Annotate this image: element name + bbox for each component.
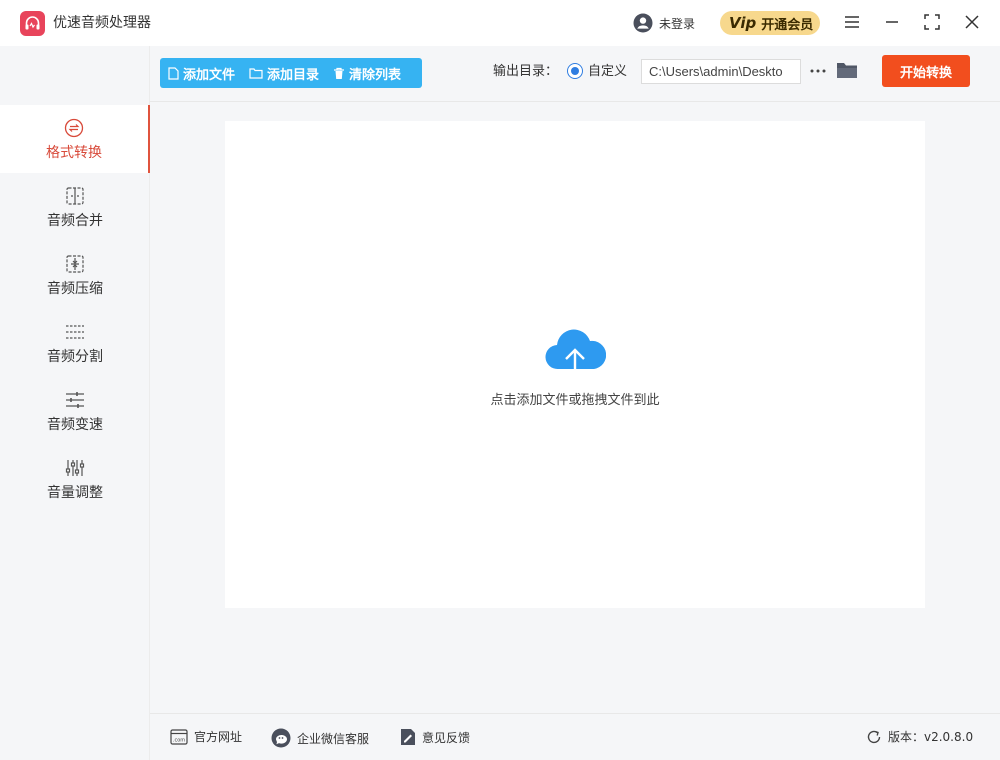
- add-folder-button[interactable]: 添加目录: [249, 64, 319, 83]
- sidebar-item-audio-speed[interactable]: 音频变速: [0, 377, 150, 445]
- merge-icon: [64, 185, 86, 207]
- cloud-upload-icon: [545, 329, 606, 380]
- wechat-support-icon: [271, 728, 291, 748]
- sidebar-item-label: 音频合并: [47, 212, 103, 229]
- app-logo-icon: [20, 11, 45, 36]
- close-icon: [965, 15, 979, 29]
- sidebar-item-label: 格式转换: [46, 144, 102, 161]
- file-icon: [168, 66, 179, 80]
- menu-button[interactable]: [841, 11, 863, 33]
- minimize-button[interactable]: [881, 11, 903, 33]
- trash-icon: [334, 67, 345, 79]
- vip-membership-button[interactable]: Vip 开通会员: [720, 11, 820, 35]
- svg-text:.com: .com: [173, 737, 185, 743]
- output-path-field[interactable]: [641, 59, 801, 84]
- sidebar-item-label: 音频变速: [47, 416, 103, 433]
- refresh-icon: [867, 730, 881, 743]
- title-bar: 优速音频处理器 未登录 Vip 开通会员: [0, 0, 1000, 46]
- menu-icon: [845, 16, 859, 28]
- feedback-link[interactable]: 意见反馈: [400, 728, 470, 746]
- login-button[interactable]: 未登录: [633, 12, 695, 34]
- sidebar-item-audio-merge[interactable]: 音频合并: [0, 173, 150, 241]
- sidebar-item-format-convert[interactable]: 格式转换: [0, 105, 150, 173]
- volume-icon: [64, 457, 86, 479]
- version-info: 版本：v2.0.8.0: [866, 728, 973, 745]
- official-website-label: 官方网址: [194, 730, 243, 744]
- official-website-link[interactable]: .com 官方网址: [170, 728, 242, 745]
- maximize-button[interactable]: [921, 11, 943, 33]
- ellipsis-icon: [810, 69, 826, 73]
- custom-dir-radio-label[interactable]: 自定义: [588, 63, 627, 81]
- format-convert-icon: [63, 117, 85, 139]
- app-title: 优速音频处理器: [53, 15, 151, 31]
- wechat-support-label: 企业微信客服: [297, 731, 370, 746]
- sidebar: 格式转换 音频合并 音频压缩 音频分割 音频变速 音量调整: [0, 46, 150, 760]
- sidebar-item-label: 音量调整: [47, 484, 103, 501]
- folder-icon: [837, 63, 857, 78]
- drop-hint-text: 点击添加文件或拖拽文件到此: [490, 393, 660, 408]
- sidebar-item-label: 音频分割: [47, 348, 103, 365]
- feedback-label: 意见反馈: [422, 730, 471, 745]
- browse-folder-button[interactable]: [836, 60, 858, 82]
- split-icon: [64, 321, 86, 343]
- feedback-icon: [401, 729, 415, 745]
- login-status-label: 未登录: [659, 16, 696, 31]
- compress-icon: [64, 253, 86, 275]
- sidebar-item-audio-compress[interactable]: 音频压缩: [0, 241, 150, 309]
- vip-membership-label: 开通会员: [761, 17, 814, 33]
- minimize-icon: [886, 21, 898, 23]
- file-actions-group: 添加文件 添加目录 清除列表: [160, 58, 422, 88]
- add-file-button[interactable]: 添加文件: [168, 64, 235, 83]
- vip-badge-icon: Vip: [729, 13, 757, 32]
- toolbar: 添加文件 添加目录 清除列表 输出目录： 自定义 开始转换: [150, 46, 1000, 102]
- sidebar-item-label: 音频压缩: [47, 280, 103, 297]
- add-folder-label: 添加目录: [267, 67, 320, 83]
- sidebar-item-volume-adjust[interactable]: 音量调整: [0, 445, 150, 513]
- folder-outline-icon: [249, 68, 263, 79]
- add-file-label: 添加文件: [183, 67, 236, 83]
- more-options-button[interactable]: [809, 59, 827, 83]
- sidebar-item-audio-split[interactable]: 音频分割: [0, 309, 150, 377]
- version-label: 版本：v2.0.8.0: [888, 730, 974, 744]
- user-avatar-icon: [633, 13, 653, 33]
- custom-dir-radio[interactable]: [567, 63, 583, 79]
- clear-list-label: 清除列表: [349, 67, 402, 83]
- wechat-support-link[interactable]: 企业微信客服: [271, 728, 369, 748]
- start-convert-button[interactable]: 开始转换: [882, 55, 970, 87]
- footer: .com 官方网址 企业微信客服 意见反馈 版本：v2.0.8.0: [150, 713, 1000, 760]
- output-dir-label: 输出目录：: [493, 64, 559, 79]
- maximize-icon: [924, 14, 940, 30]
- website-icon: .com: [170, 728, 188, 745]
- speed-icon: [64, 389, 86, 411]
- file-drop-zone[interactable]: 点击添加文件或拖拽文件到此: [225, 121, 925, 608]
- close-button[interactable]: [961, 11, 983, 33]
- clear-list-button[interactable]: 清除列表: [333, 64, 401, 83]
